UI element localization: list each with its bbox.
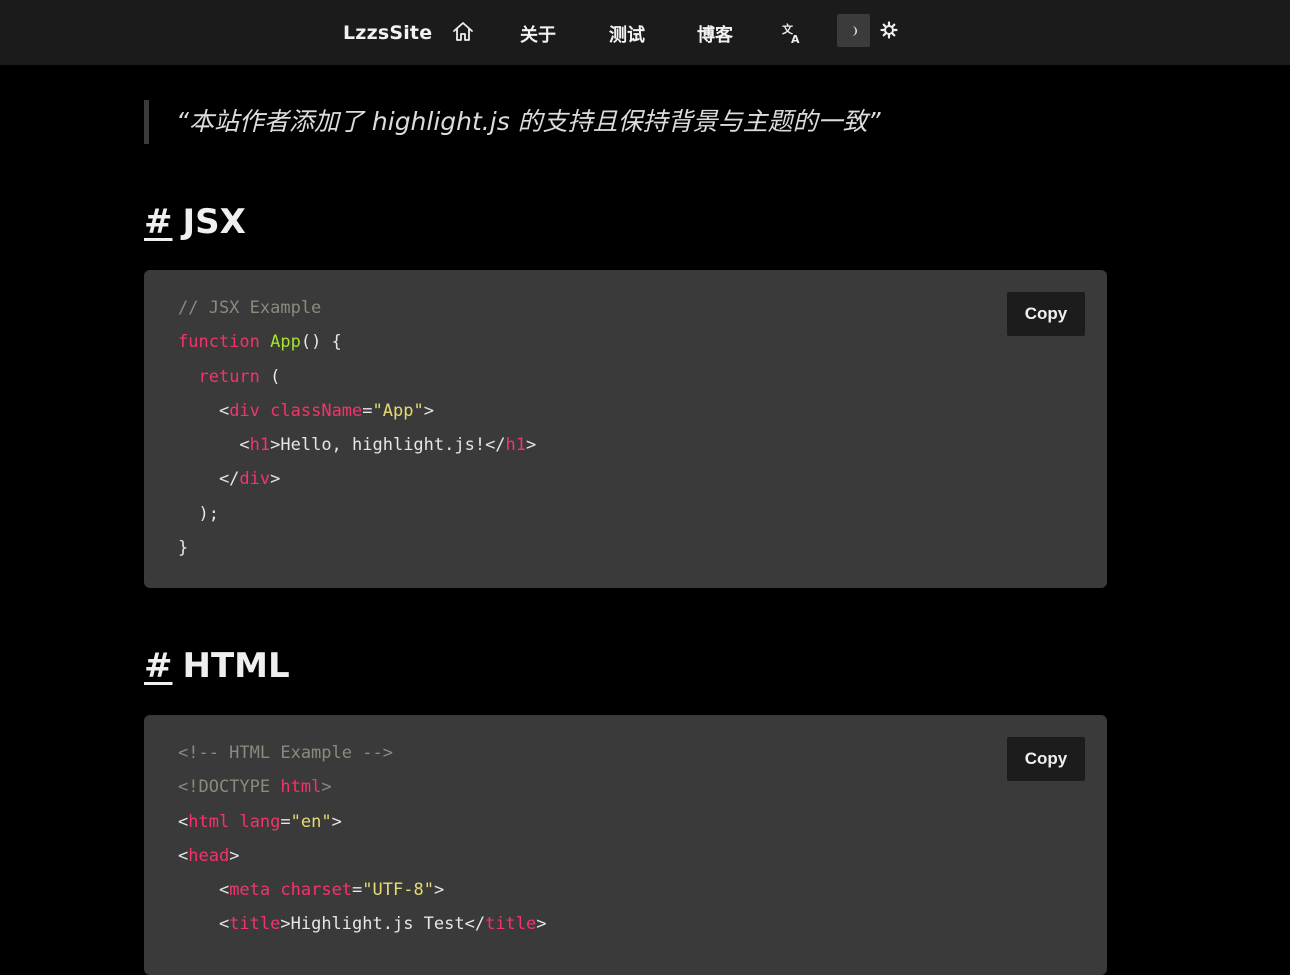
code-line: <!DOCTYPE html> <box>178 770 547 804</box>
code-token: >Hello, highlight.js!</ <box>270 435 506 456</box>
code-token: > <box>321 777 332 798</box>
moon-icon <box>851 25 857 36</box>
section-title: JSX <box>182 202 246 242</box>
code-line: } <box>178 531 536 565</box>
blockquote: “本站作者添加了 highlight.js 的支持且保持背景与主题的一致” <box>144 100 881 144</box>
gear-icon <box>880 21 898 39</box>
code-token: App <box>270 332 301 353</box>
code-token: < <box>178 435 250 456</box>
code-token: < <box>178 914 230 935</box>
code-token: return <box>198 366 260 387</box>
code-token: html <box>188 811 230 832</box>
code-line: // JSX Example <box>178 291 536 325</box>
code-token: < <box>178 400 230 421</box>
code-line: ); <box>178 497 536 531</box>
translate-icon[interactable]: 文 A <box>780 21 806 46</box>
code-token: = <box>352 880 363 901</box>
code-line: <h1>Hello, highlight.js!</h1> <box>178 428 536 462</box>
code-token: "UTF-8" <box>362 880 434 901</box>
code-token: title <box>485 914 537 935</box>
code-token: < <box>178 845 189 866</box>
code-token: = <box>280 811 291 832</box>
code-block-html: Copy <!-- HTML Example --> <!DOCTYPE html… <box>144 715 1107 975</box>
code-line: <!-- HTML Example --> <box>178 736 547 770</box>
code-line: function App() { <box>178 325 536 359</box>
code-token: > <box>270 469 281 490</box>
code-token: h1 <box>249 435 271 456</box>
code-block-jsx: Copy // JSX Example function App() { retu… <box>144 270 1107 588</box>
code-token: < <box>178 880 230 901</box>
nav-link-test[interactable]: 测试 <box>609 21 645 47</box>
copy-button[interactable]: Copy <box>1007 292 1085 336</box>
nav-link-about[interactable]: 关于 <box>520 21 556 47</box>
code-token: className <box>270 400 363 421</box>
code-token: charset <box>280 880 353 901</box>
code-line: </div> <box>178 462 536 496</box>
code-content: // JSX Example function App() { return ( … <box>178 291 536 565</box>
code-line: <div className="App"> <box>178 394 536 428</box>
code-token: > <box>331 811 342 832</box>
code-line: return ( <box>178 360 536 394</box>
code-content: <!-- HTML Example --> <!DOCTYPE html> <htm… <box>178 736 547 942</box>
code-token: div <box>229 400 260 421</box>
home-icon[interactable] <box>451 20 475 44</box>
code-token: > <box>229 845 240 866</box>
code-token: "en" <box>290 811 332 832</box>
code-token: div <box>239 469 271 490</box>
code-token: function <box>178 332 271 353</box>
svg-text:A: A <box>791 33 800 45</box>
code-token: title <box>229 914 281 935</box>
code-token: < <box>178 811 189 832</box>
section-heading-html: # HTML <box>144 646 290 686</box>
code-token: ( <box>259 366 281 387</box>
code-token: html <box>280 777 322 798</box>
section-heading-jsx: # JSX <box>144 202 246 242</box>
code-token: ); <box>178 503 219 524</box>
code-line: <head> <box>178 839 547 873</box>
code-token: meta <box>229 880 271 901</box>
code-token: lang <box>239 811 281 832</box>
top-navbar: LzzsSite 关于 测试 博客 文 A <box>0 0 1290 65</box>
code-line: <html lang="en"> <box>178 805 547 839</box>
code-token: = <box>362 400 373 421</box>
code-token: > <box>526 435 537 456</box>
code-token: () { <box>300 332 342 353</box>
code-token: > <box>536 914 547 935</box>
code-token: > <box>433 880 445 901</box>
heading-anchor-link[interactable]: # <box>144 202 173 242</box>
site-brand[interactable]: LzzsSite <box>343 22 432 44</box>
section-title: HTML <box>182 646 290 686</box>
light-theme-button[interactable] <box>878 19 900 41</box>
heading-anchor-link[interactable]: # <box>144 646 173 686</box>
dark-theme-button[interactable] <box>837 14 870 47</box>
copy-button[interactable]: Copy <box>1007 737 1085 781</box>
code-token: // JSX Example <box>178 298 322 318</box>
code-line: <title>Highlight.js Test</title> <box>178 907 547 941</box>
code-token: </ <box>178 469 240 490</box>
code-token: h1 <box>505 435 527 456</box>
blockquote-text: “本站作者添加了 highlight.js 的支持且保持背景与主题的一致” <box>176 107 881 136</box>
code-token: >Highlight.js Test</ <box>280 914 486 935</box>
code-token: head <box>188 845 230 866</box>
nav-link-blog[interactable]: 博客 <box>697 21 733 47</box>
code-token: <!-- HTML Example --> <box>178 743 393 763</box>
code-token: } <box>178 538 189 559</box>
code-token: "App" <box>372 400 424 421</box>
code-token: > <box>423 400 434 421</box>
code-line: <meta charset="UTF-8"> <box>178 873 547 907</box>
code-token: <!DOCTYPE <box>178 777 281 798</box>
